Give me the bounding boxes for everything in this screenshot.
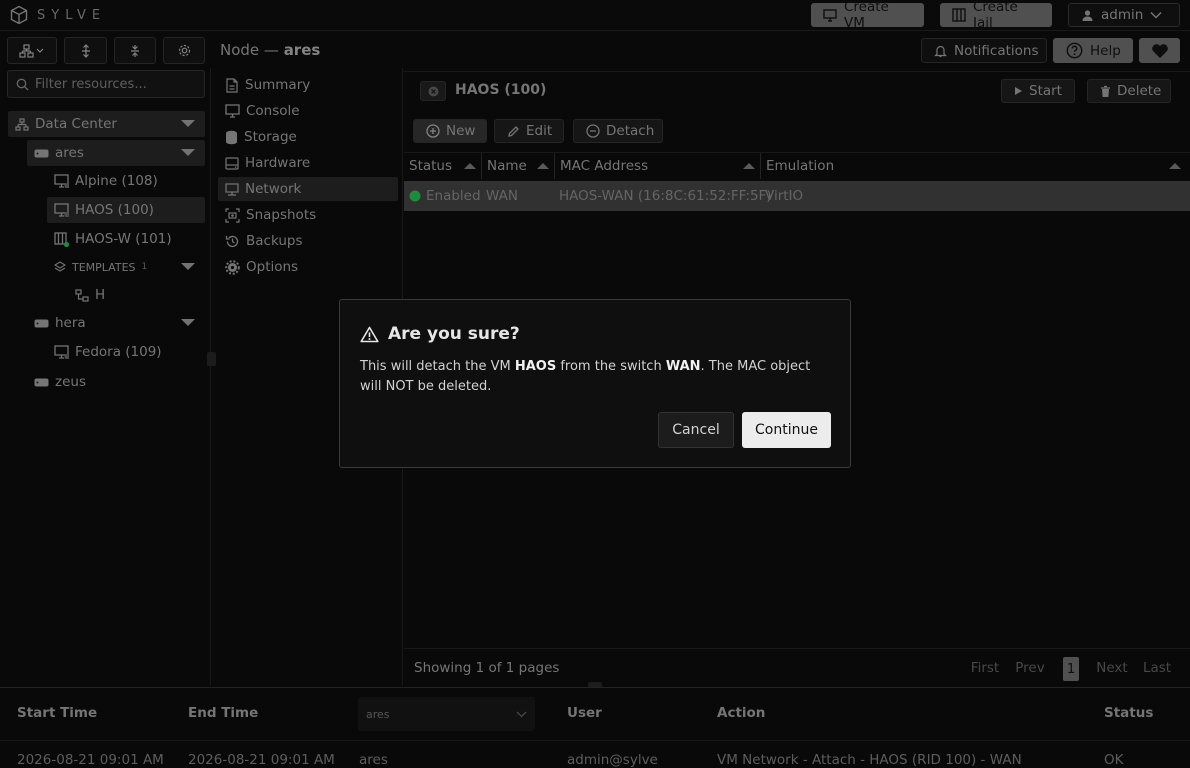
dialog-switch-name: WAN (665, 359, 701, 374)
cancel-button[interactable]: Cancel (658, 412, 734, 448)
dialog-vm-name: HAOS (514, 359, 557, 374)
warning-icon (360, 326, 379, 343)
dialog-title: Are you sure? (360, 324, 520, 344)
continue-button[interactable]: Continue (742, 412, 831, 448)
dialog-text-1: This will detach the VM (360, 359, 515, 374)
dialog-text-2: from the switch (556, 359, 666, 374)
dialog-title-text: Are you sure? (388, 324, 520, 344)
dialog-message: This will detach the VM HAOS from the sw… (360, 357, 832, 397)
confirm-dialog: Are you sure? This will detach the VM HA… (339, 299, 851, 468)
